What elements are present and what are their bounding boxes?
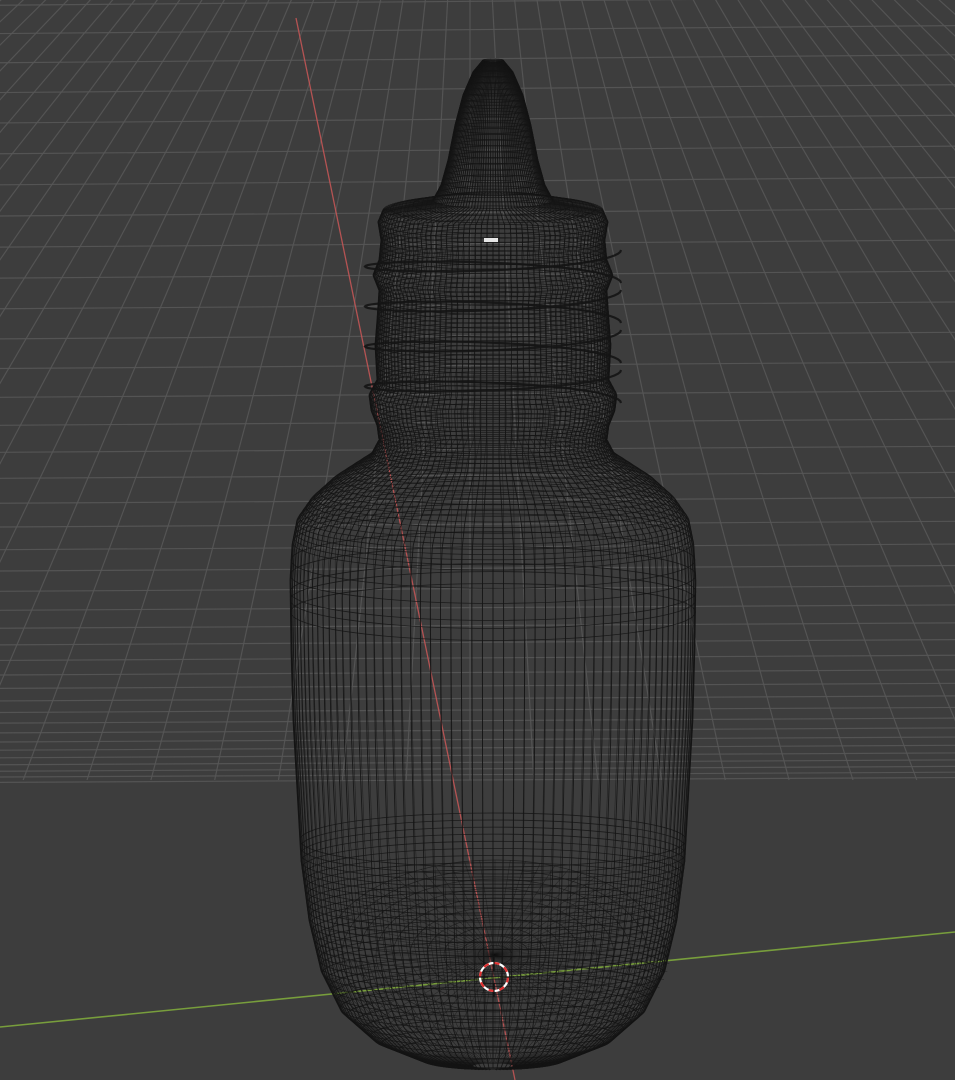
viewport-canvas[interactable] — [0, 0, 955, 1080]
3d-viewport[interactable] — [0, 0, 955, 1080]
object-origin-marker[interactable] — [484, 238, 498, 242]
